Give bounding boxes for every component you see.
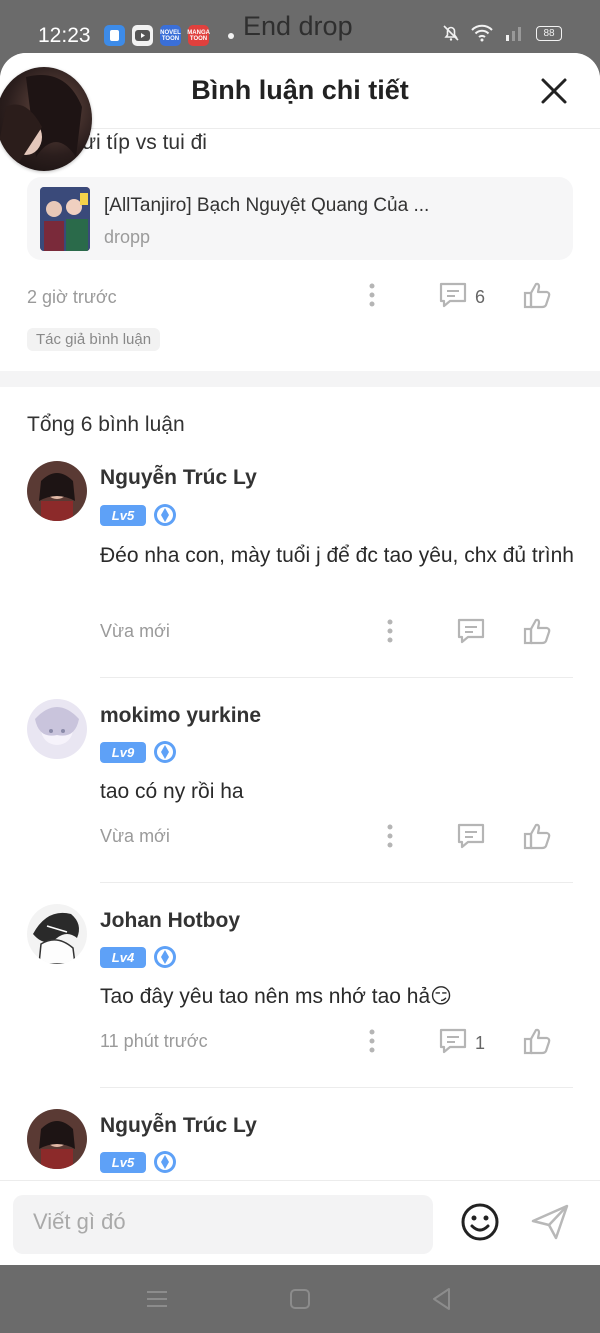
more-options-icon[interactable]: [356, 279, 388, 311]
comment-input-bar: Viết gì đó: [0, 1180, 600, 1265]
home-icon[interactable]: [286, 1285, 314, 1313]
status-app-icons: NOVEL TOON MANGA TOON: [104, 25, 210, 46]
background-app-text: End drop: [243, 11, 353, 41]
avatar[interactable]: [27, 904, 87, 964]
comment-author-name[interactable]: Johan Hotboy: [100, 909, 240, 933]
total-comments-label: Tổng 6 bình luận: [27, 413, 185, 436]
author-tag: Tác giả bình luận: [27, 328, 161, 351]
level-badge: Lv4: [100, 947, 146, 968]
verified-badge-icon: [154, 741, 176, 763]
verified-badge-icon: [154, 1151, 176, 1173]
comment-text: Tao đây yêu tao nên ms nhớ tao hả😏: [100, 985, 453, 1008]
comment-time: Vừa mới: [100, 621, 170, 641]
more-options-icon[interactable]: [356, 1025, 388, 1057]
comment-text: tao có ny rồi ha: [100, 780, 244, 803]
notification-dot: [228, 33, 234, 39]
work-cover-image: [40, 187, 90, 251]
level-badge: Lv5: [100, 505, 146, 526]
status-bar: 12:23 NOVEL TOON MANGA TOON End drop 88: [0, 0, 600, 60]
status-right: 88: [442, 24, 562, 42]
original-commenter-avatar[interactable]: [0, 67, 92, 171]
avatar[interactable]: [27, 1109, 87, 1169]
avatar[interactable]: [27, 699, 87, 759]
comment-separator: [100, 882, 573, 883]
back-icon[interactable]: [428, 1285, 456, 1313]
comment-input[interactable]: Viết gì đó: [13, 1195, 433, 1254]
reply-icon[interactable]: [437, 1025, 469, 1057]
status-time: 12:23: [38, 24, 91, 47]
work-title: [AllTanjiro] Bạch Nguyệt Quang Của ...: [104, 195, 430, 216]
comment-author-name[interactable]: Nguyễn Trúc Ly: [100, 466, 257, 490]
comment-author-name[interactable]: mokimo yurkine: [100, 704, 261, 728]
novel-toon-icon: NOVEL TOON: [160, 25, 181, 46]
page-title: Bình luận chi tiết: [191, 75, 409, 105]
send-icon[interactable]: [529, 1201, 571, 1243]
comment-separator: [100, 1087, 573, 1088]
youtube-icon: [132, 25, 153, 46]
original-comment-meta: 2 giờ trước 6: [0, 279, 600, 319]
emoji-icon[interactable]: [459, 1201, 501, 1243]
comment-separator: [100, 677, 573, 678]
signal-icon: [506, 27, 521, 41]
like-icon[interactable]: [521, 615, 553, 647]
like-icon[interactable]: [521, 279, 553, 311]
battery-indicator: 88: [536, 25, 562, 41]
reply-icon[interactable]: [455, 615, 487, 647]
comment-detail-sheet: Bình luận chi tiết ửi típ vs tui đi [All…: [0, 53, 600, 1265]
comment-author-name[interactable]: Nguyễn Trúc Ly: [100, 1114, 257, 1138]
comment-time: Vừa mới: [100, 826, 170, 846]
manga-toon-icon: MANGA TOON: [187, 25, 210, 46]
verified-badge-icon: [154, 504, 176, 526]
reply-count: 6: [475, 287, 486, 307]
original-comment-text: ửi típ vs tui đi: [82, 131, 207, 154]
bell-off-icon: [443, 25, 459, 41]
work-subtitle: dropp: [104, 227, 151, 247]
files-app-icon: [104, 25, 125, 46]
original-comment-time: 2 giờ trước: [27, 287, 117, 307]
close-icon[interactable]: [538, 75, 570, 107]
reply-count: 1: [475, 1033, 486, 1053]
comment-time: 11 phút trước: [100, 1031, 208, 1051]
level-badge: Lv9: [100, 742, 146, 763]
comment-text: Đéo nha con, mày tuổi j để đc tao yêu, c…: [100, 544, 574, 567]
avatar[interactable]: [27, 461, 87, 521]
like-icon[interactable]: [521, 820, 553, 852]
system-nav-bar: [0, 1265, 600, 1333]
section-divider: [0, 371, 600, 387]
reply-icon[interactable]: [455, 820, 487, 852]
like-icon[interactable]: [521, 1025, 553, 1057]
reply-icon[interactable]: [437, 279, 469, 311]
verified-badge-icon: [154, 946, 176, 968]
menu-icon[interactable]: [143, 1285, 171, 1313]
wifi-icon: [471, 24, 493, 42]
level-badge: Lv5: [100, 1152, 146, 1173]
more-options-icon[interactable]: [374, 820, 406, 852]
more-options-icon[interactable]: [374, 615, 406, 647]
work-card[interactable]: [AllTanjiro] Bạch Nguyệt Quang Của ... d…: [27, 177, 573, 260]
